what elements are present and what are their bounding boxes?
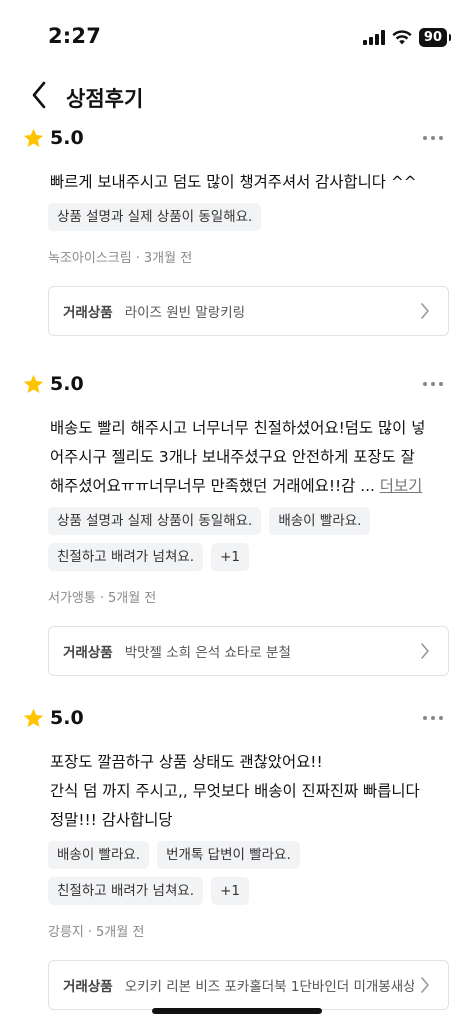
cellular-signal-icon <box>362 30 385 45</box>
product-card[interactable]: 거래상품 오키키 리본 비즈 포카홀더북 1단바인더 미개봉새상 <box>48 960 449 1010</box>
review-author[interactable]: 서가앵통 <box>48 591 96 606</box>
rating-row: 5.0 <box>0 698 473 738</box>
review-text: 포장도 깔끔하구 상품 상태도 괜찮았어요!! 간식 덤 까지 주시고,, 무엇… <box>0 738 473 835</box>
chevron-right-icon <box>420 301 434 321</box>
header: 상점후기 <box>0 72 473 120</box>
review-text-line: 어주시구 젤리도 3개나 보내주셨구요 안전하게 포장도 잘 <box>50 448 415 466</box>
review-tags: 배송이 빨라요. 번개톡 답변이 빨라요. 친절하고 배려가 넘쳐요. +1 <box>0 835 473 905</box>
read-more-link[interactable]: 더보기 <box>380 477 422 495</box>
review-text-line: 포장도 깔끔하구 상품 상태도 괜찮았어요!! <box>50 753 323 771</box>
home-indicator <box>152 1008 322 1014</box>
review-author[interactable]: 녹조아이스크림 <box>48 251 132 266</box>
rating-row: 5.0 <box>0 118 473 158</box>
chevron-left-icon <box>32 81 46 109</box>
status-time: 2:27 <box>48 24 102 48</box>
review-time: 5개월 전 <box>107 591 157 606</box>
battery-indicator: 90 <box>418 28 452 47</box>
chevron-right-icon <box>420 975 434 995</box>
star-icon <box>22 372 46 396</box>
review-text-line-content: 해주셨어요ㅠㅠ너무너무 만족했던 거래에요!!감 ... <box>50 477 375 495</box>
review-item: 5.0 배송도 빨리 해주시고 너무너무 친절하셨어요!덤도 많이 넣 어주시구… <box>0 336 473 676</box>
review-item: 5.0 빠르게 보내주시고 덤도 많이 챙겨주셔서 감사합니다 ^^ 상품 설명… <box>0 118 473 336</box>
review-text-line: 정말!!! 감사합니당 <box>50 811 173 829</box>
review-tags: 상품 설명과 실제 상품이 동일해요. <box>0 197 473 231</box>
more-options-button[interactable] <box>423 374 449 394</box>
status-icons: 90 <box>362 28 452 47</box>
product-name: 오키키 리본 비즈 포카홀더북 1단바인더 미개봉새상 <box>124 979 414 995</box>
review-list: 5.0 빠르게 보내주시고 덤도 많이 챙겨주셔서 감사합니다 ^^ 상품 설명… <box>0 118 473 1010</box>
product-card[interactable]: 거래상품 라이즈 원빈 말랑키링 <box>48 286 449 336</box>
product-name: 라이즈 원빈 말랑키링 <box>124 305 246 321</box>
review-tag: 상품 설명과 실제 상품이 동일해요. <box>48 203 262 231</box>
review-text-line: 배송도 빨리 해주시고 너무너무 친절하셨어요!덤도 많이 넣 <box>50 419 426 437</box>
review-text: 배송도 빨리 해주시고 너무너무 친절하셨어요!덤도 많이 넣 어주시구 젤리도… <box>0 404 473 501</box>
more-options-button[interactable] <box>423 128 449 148</box>
rating-score: 5.0 <box>50 127 84 149</box>
review-tag-more[interactable]: +1 <box>211 877 249 905</box>
wifi-icon <box>392 30 412 45</box>
product-label: 거래상품 <box>63 979 113 995</box>
product-label: 거래상품 <box>63 645 113 661</box>
review-tag: 배송이 빨라요. <box>269 507 371 535</box>
review-text: 빠르게 보내주시고 덤도 많이 챙겨주셔서 감사합니다 ^^ <box>0 158 473 197</box>
rating-row: 5.0 <box>0 364 473 404</box>
review-tag: 친절하고 배려가 넘쳐요. <box>48 543 204 571</box>
rating-score: 5.0 <box>50 373 84 395</box>
review-tag: 번개톡 답변이 빨라요. <box>157 841 300 869</box>
review-item: 5.0 포장도 깔끔하구 상품 상태도 괜찮았어요!! 간식 덤 까지 주시고,… <box>0 670 473 1010</box>
more-dots-icon <box>423 382 427 386</box>
review-text-line: 해주셨어요ㅠㅠ너무너무 만족했던 거래에요!!감 ... 더보기 <box>50 472 445 501</box>
star-icon <box>22 706 46 730</box>
review-meta: 녹조아이스크림 · 3개월 전 <box>48 251 193 266</box>
product-card[interactable]: 거래상품 박맛젤 소희 은석 쇼타로 분철 <box>48 626 449 676</box>
star-icon <box>22 126 46 150</box>
product-label: 거래상품 <box>63 305 113 321</box>
review-tag: 배송이 빨라요. <box>48 841 150 869</box>
review-tag: 상품 설명과 실제 상품이 동일해요. <box>48 507 262 535</box>
review-tag: 친절하고 배려가 넘쳐요. <box>48 877 204 905</box>
more-options-button[interactable] <box>423 708 449 728</box>
status-bar: 2:27 90 <box>0 0 473 70</box>
review-text-line: 빠르게 보내주시고 덤도 많이 챙겨주셔서 감사합니다 ^^ <box>50 173 417 191</box>
review-meta: 서가앵통 · 5개월 전 <box>48 591 157 606</box>
review-time: 3개월 전 <box>143 251 193 266</box>
more-dots-icon <box>423 136 427 140</box>
rating-score: 5.0 <box>50 707 84 729</box>
more-dots-icon <box>423 716 427 720</box>
review-author[interactable]: 강릉지 <box>48 925 84 940</box>
back-button[interactable] <box>24 78 54 112</box>
review-tags: 상품 설명과 실제 상품이 동일해요. 배송이 빨라요. 친절하고 배려가 넘쳐… <box>0 501 473 571</box>
page-title: 상점후기 <box>66 87 144 111</box>
chevron-right-icon <box>420 641 434 661</box>
review-tag-more[interactable]: +1 <box>211 543 249 571</box>
review-time: 5개월 전 <box>96 925 145 940</box>
review-text-line: 간식 덤 까지 주시고,, 무엇보다 배송이 진짜진짜 빠릅니다 <box>50 782 420 800</box>
review-meta: 강릉지 · 5개월 전 <box>48 925 145 940</box>
product-name: 박맛젤 소희 은석 쇼타로 분철 <box>124 645 291 661</box>
